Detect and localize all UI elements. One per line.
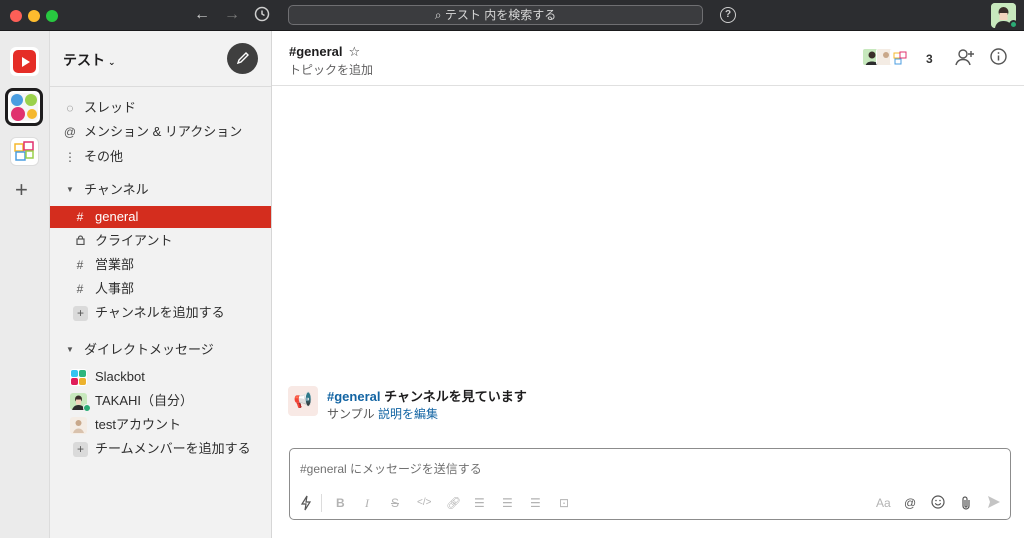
channel-intro-description: サンプル 説明を編集 (327, 407, 438, 421)
plus-icon: + (73, 302, 88, 324)
channel-view: #general ☆ トピックを追加 3 📢 #general チャンネルを見てい… (272, 31, 1024, 538)
slackbot-avatar (70, 369, 87, 386)
search-icon: ⌕ (434, 8, 442, 22)
message-input[interactable]: #general にメッセージを送信する (300, 460, 482, 477)
question-circle-icon[interactable]: ? (720, 7, 736, 23)
sidebar-item-general[interactable]: # general (50, 206, 271, 228)
title-bar: ← → ⌕ テスト 内を検索する ? (0, 0, 1024, 31)
arrow-left-icon[interactable]: ← (194, 6, 210, 24)
plus-icon: + (73, 438, 88, 460)
caret-down-icon: ▼ (66, 345, 74, 354)
sidebar: テスト ⌄ ◌ スレッド @ メンション & リアクション ⋮ その他 ▼ チャン… (50, 31, 272, 538)
add-channel-button[interactable]: + チャンネルを追加する (50, 302, 271, 324)
youtube-workspace[interactable] (10, 47, 39, 76)
link-icon[interactable]: 🔗︎ (446, 495, 461, 511)
sidebar-divider (50, 86, 271, 87)
close-window-button[interactable] (10, 10, 22, 22)
tiles-logo-icon (14, 141, 34, 161)
dm-section-header[interactable]: ▼ ダイレクトメッセージ (50, 339, 271, 361)
header-divider (272, 85, 1024, 86)
dm-item-self[interactable]: TAKAHI（自分） (50, 390, 271, 412)
presence-dot (1009, 20, 1018, 29)
info-icon[interactable] (990, 48, 1007, 70)
dm-item-slackbot[interactable]: Slackbot (50, 366, 271, 388)
block-quote-icon[interactable]: ☰ (530, 495, 541, 511)
add-member-button[interactable]: + チームメンバーを追加する (50, 438, 271, 460)
avatar (70, 417, 87, 434)
channel-intro-title: #general チャンネルを見ています (327, 389, 527, 404)
send-icon[interactable] (987, 495, 1001, 513)
workspace-rail: + (0, 31, 50, 538)
hash-icon: # (76, 258, 84, 272)
formatting-toggle-icon[interactable]: Aa (876, 495, 891, 511)
colorful-dots-workspace[interactable] (5, 88, 43, 126)
megaphone-icon: 📢 (288, 386, 318, 416)
sidebar-item-threads[interactable]: ◌ スレッド (50, 97, 271, 119)
ordered-list-icon[interactable]: ☰ (474, 495, 485, 511)
code-block-icon[interactable]: ⊡ (559, 495, 569, 511)
bulleted-list-icon[interactable]: ☰ (502, 495, 513, 511)
sidebar-item-hr[interactable]: # 人事部 (50, 278, 271, 300)
compose-button[interactable] (227, 43, 258, 74)
minimize-window-button[interactable] (28, 10, 40, 22)
emoji-icon[interactable] (931, 495, 945, 513)
sidebar-item-sales[interactable]: # 営業部 (50, 254, 271, 276)
chevron-down-icon: ⌄ (108, 57, 116, 67)
paperclip-icon[interactable] (960, 495, 972, 515)
add-workspace-button[interactable]: + (15, 179, 28, 201)
message-composer[interactable]: #general にメッセージを送信する B I S </> 🔗︎ ☰ ☰ ☰ … (289, 448, 1011, 520)
sidebar-item-mentions[interactable]: @ メンション & リアクション (50, 121, 271, 143)
more-vertical-icon: ⋮ (64, 150, 76, 164)
dm-item-test-account[interactable]: testアカウント (50, 414, 271, 436)
star-icon[interactable]: ☆ (348, 44, 360, 59)
avatar (890, 48, 908, 66)
clock-icon[interactable] (254, 6, 270, 27)
channels-section-header[interactable]: ▼ チャンネル (50, 179, 271, 201)
zoom-window-button[interactable] (46, 10, 58, 22)
tiles-workspace[interactable] (10, 137, 39, 166)
workspace-name[interactable]: テスト ⌄ (63, 50, 116, 70)
edit-icon (236, 52, 249, 65)
strikethrough-icon[interactable]: S (391, 495, 399, 511)
bold-icon[interactable]: B (336, 495, 345, 511)
arrow-right-icon[interactable]: → (224, 6, 240, 24)
italic-icon[interactable]: I (365, 495, 369, 511)
toolbar-divider (321, 494, 322, 512)
member-count[interactable]: 3 (926, 52, 933, 66)
lightning-icon[interactable] (300, 495, 312, 515)
edit-description-link[interactable]: 説明を編集 (378, 407, 438, 421)
hash-icon: # (76, 282, 84, 296)
thread-icon: ◌ (66, 101, 74, 115)
code-icon[interactable]: </> (417, 495, 431, 511)
at-mention-icon[interactable]: @ (904, 495, 916, 511)
lock-icon (73, 230, 87, 252)
presence-dot (83, 404, 91, 412)
add-topic-link[interactable]: トピックを追加 (289, 61, 373, 78)
sidebar-item-more[interactable]: ⋮ その他 (50, 146, 271, 168)
search-bar[interactable]: ⌕ テスト 内を検索する (288, 5, 703, 25)
youtube-icon (13, 50, 36, 73)
caret-down-icon: ▼ (66, 185, 74, 194)
add-member-icon[interactable] (955, 48, 975, 71)
dots-logo-icon (10, 93, 38, 121)
at-icon: @ (63, 125, 77, 139)
channel-link[interactable]: #general (327, 389, 380, 404)
channel-title[interactable]: #general ☆ (289, 44, 360, 60)
sidebar-item-client[interactable]: クライアント (50, 230, 271, 252)
search-text: テスト 内を検索する (444, 8, 557, 22)
hash-icon: # (76, 210, 84, 224)
